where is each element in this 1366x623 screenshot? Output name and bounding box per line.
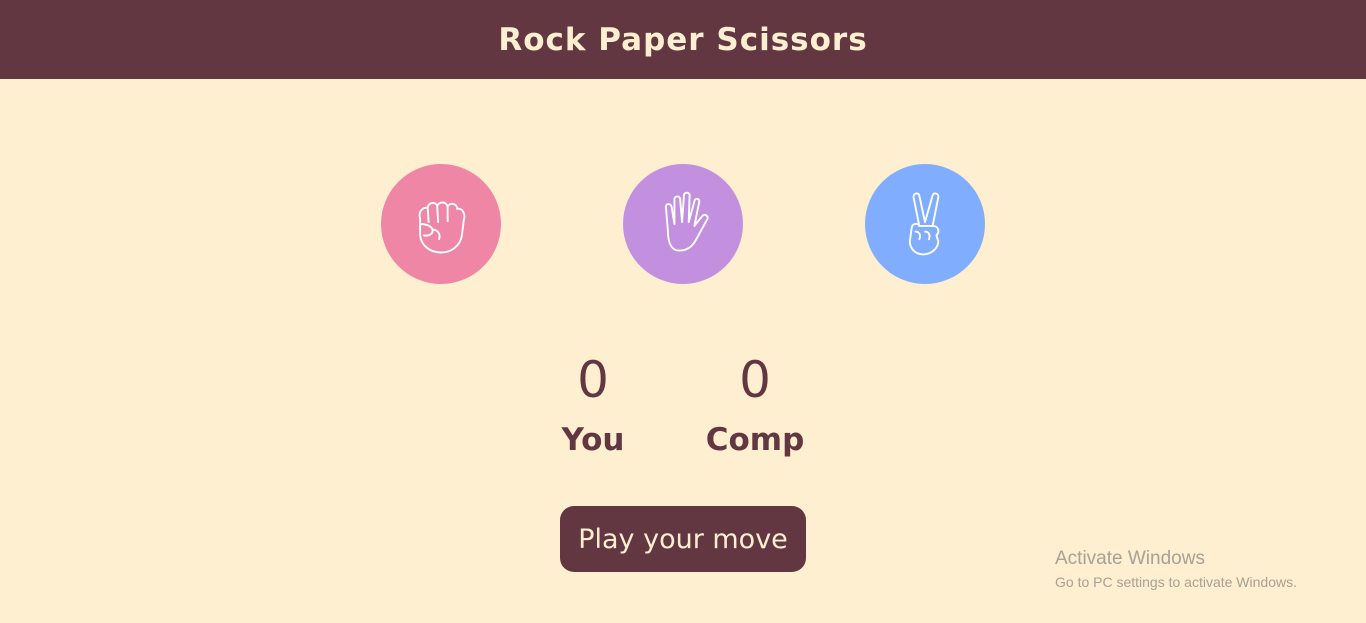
page-title: Rock Paper Scissors bbox=[498, 21, 868, 58]
user-score-value: 0 bbox=[577, 351, 609, 409]
play-move-button[interactable]: Play your move bbox=[560, 506, 806, 572]
comp-score-label: Comp bbox=[705, 422, 805, 458]
watermark-subtitle: Go to PC settings to activate Windows. bbox=[1055, 574, 1297, 590]
comp-score: 0 Comp bbox=[685, 350, 825, 458]
user-score-label: You bbox=[561, 422, 625, 458]
activate-windows-watermark: Activate Windows Go to PC settings to ac… bbox=[1055, 548, 1297, 590]
peace-hand-icon bbox=[908, 192, 940, 256]
app-header: Rock Paper Scissors bbox=[0, 0, 1366, 79]
user-score: 0 You bbox=[523, 350, 663, 458]
rock-choice-button[interactable] bbox=[381, 164, 501, 284]
comp-score-value: 0 bbox=[739, 351, 771, 409]
watermark-title: Activate Windows bbox=[1055, 548, 1205, 569]
open-hand-icon bbox=[664, 191, 709, 252]
fist-icon bbox=[418, 201, 466, 254]
scissors-choice-button[interactable] bbox=[865, 164, 985, 284]
paper-choice-button[interactable] bbox=[623, 164, 743, 284]
